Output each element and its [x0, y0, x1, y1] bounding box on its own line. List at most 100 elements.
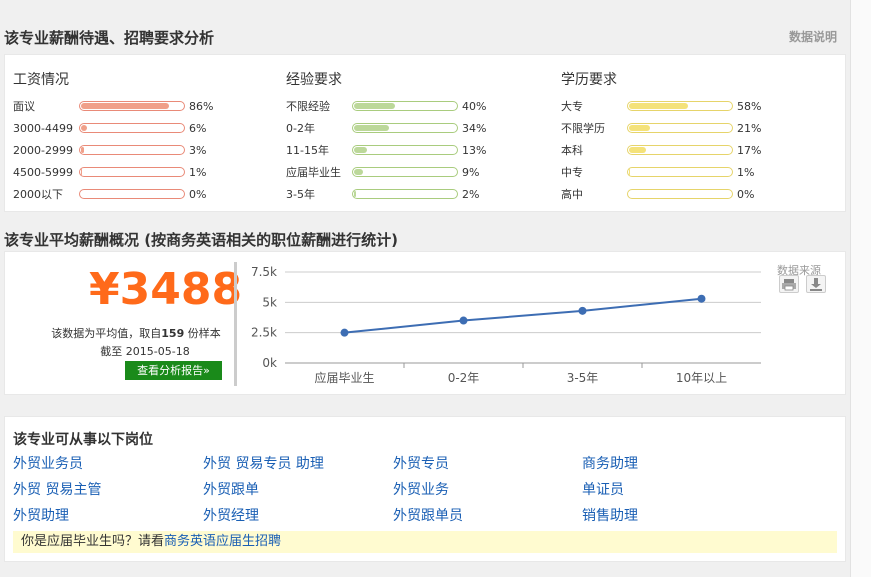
experience-row: 应届毕业生 9% [286, 161, 486, 183]
job-link[interactable]: 外贸专员 [393, 453, 449, 473]
salary-row: 面议 86% [13, 95, 213, 117]
education-row-percent: 0% [737, 187, 755, 201]
job-link[interactable]: 外贸跟单 [203, 479, 259, 499]
download-icon[interactable] [806, 275, 826, 293]
right-scroll-strip [850, 0, 871, 577]
experience-column-title: 经验要求 [286, 72, 342, 88]
avg-note-pre: 该数据为平均值，取自 [51, 327, 162, 340]
education-row-label: 中专 [561, 166, 583, 179]
graduate-prompt-bar: 你是应届毕业生吗？请看商务英语应届生招聘 [13, 531, 837, 553]
salary-row-percent: 1% [189, 165, 207, 179]
average-salary-panel: ¥3488 该数据为平均值，取自159 份样本 截至 2015-05-18 查看… [4, 251, 846, 395]
average-salary-value: ¥3488 [89, 264, 243, 315]
print-icon[interactable] [779, 275, 799, 293]
job-link[interactable]: 外贸 贸易主管 [13, 479, 101, 499]
average-note: 该数据为平均值，取自159 份样本 [41, 325, 231, 341]
salary-row-percent: 0% [189, 187, 207, 201]
date-line: 截至 2015-05-18 [100, 345, 190, 358]
data-point[interactable] [578, 306, 587, 315]
education-row: 高中 0% [561, 183, 761, 205]
job-link[interactable]: 外贸业务员 [13, 453, 83, 473]
salary-progress-bar [79, 189, 185, 199]
x-tick-label: 0-2年 [448, 371, 480, 385]
data-point[interactable] [697, 294, 706, 303]
section-title-salary-analysis: 该专业薪酬待遇、招聘要求分析 [4, 29, 215, 47]
y-tick-label: 7.5k [251, 265, 277, 279]
salary-row-percent: 6% [189, 121, 207, 135]
experience-row-percent: 13% [462, 143, 487, 157]
salary-row: 2000-2999 3% [13, 139, 213, 161]
education-column: 学历要求 大专 58% 不限学历 21% 本科 17% 中专 1% 高中 0% [561, 69, 761, 205]
data-note-link[interactable]: 数据说明 [789, 28, 837, 45]
graduate-recruit-link[interactable]: 商务英语应届生招聘 [164, 534, 281, 549]
experience-row-label: 3-5年 [286, 188, 315, 201]
job-link[interactable]: 外贸助理 [13, 505, 69, 525]
salary-row-percent: 3% [189, 143, 207, 157]
experience-progress-bar [352, 167, 458, 177]
x-tick-label: 10年以上 [676, 371, 727, 385]
education-progress-bar [627, 123, 733, 133]
salary-column-title: 工资情况 [13, 72, 69, 88]
experience-row-percent: 40% [462, 99, 487, 113]
salary-progress-bar [79, 101, 185, 111]
data-point[interactable] [459, 316, 468, 325]
education-column-title: 学历要求 [561, 72, 617, 88]
education-row-label: 大专 [561, 100, 583, 113]
view-report-button[interactable]: 查看分析报告» [125, 361, 222, 380]
job-link[interactable]: 销售助理 [582, 505, 638, 525]
education-progress-bar [627, 145, 733, 155]
experience-column: 经验要求 不限经验 40% 0-2年 34% 11-15年 13% 应届毕业生 9% 3-5年 2… [286, 69, 486, 205]
salary-progress-bar [79, 145, 185, 155]
salary-row: 4500-5999 1% [13, 161, 213, 183]
education-row-label: 不限学历 [561, 122, 605, 135]
experience-progress-bar [352, 145, 458, 155]
job-link[interactable]: 商务助理 [582, 453, 638, 473]
salary-column: 工资情况 面议 86% 3000-4499 6% 2000-2999 3% 4500-599… [13, 69, 213, 205]
jobs-title: 该专业可从事以下岗位 [13, 432, 153, 448]
job-link[interactable]: 单证员 [582, 479, 624, 499]
education-row: 不限学历 21% [561, 117, 761, 139]
salary-line-chart: 0k 2.5k 5k 7.5k 应届毕业生 0-2年 3-5年 10年以上 [251, 265, 761, 385]
data-point[interactable] [340, 328, 349, 337]
salary-progress-bar [79, 167, 185, 177]
education-row-percent: 17% [737, 143, 762, 157]
salary-row-label: 2000-2999 [13, 143, 73, 157]
experience-progress-bar [352, 101, 458, 111]
job-link[interactable]: 外贸业务 [393, 479, 449, 499]
experience-row-percent: 9% [462, 165, 480, 179]
education-progress-bar [627, 167, 733, 177]
avg-note-post: 份样本 [187, 327, 221, 340]
experience-row: 11-15年 13% [286, 139, 486, 161]
experience-row-label: 11-15年 [286, 144, 329, 157]
job-link[interactable]: 外贸经理 [203, 505, 259, 525]
salary-row-label: 面议 [13, 100, 35, 113]
education-progress-bar [627, 101, 733, 111]
sample-count: 159 [161, 327, 185, 340]
salary-progress-bar [79, 123, 185, 133]
job-link[interactable]: 外贸 贸易专员 助理 [203, 453, 324, 473]
graduate-prompt-text: 你是应届毕业生吗？请看 [21, 534, 165, 549]
y-tick-label: 2.5k [251, 326, 277, 340]
y-tick-label: 0k [262, 356, 277, 370]
education-row: 本科 17% [561, 139, 761, 161]
salary-row: 3000-4499 6% [13, 117, 213, 139]
education-row-label: 本科 [561, 144, 583, 157]
series-line [344, 297, 702, 334]
salary-row: 2000以下 0% [13, 183, 213, 205]
vertical-divider [234, 262, 237, 386]
experience-row: 不限经验 40% [286, 95, 486, 117]
experience-progress-bar [352, 189, 458, 199]
job-link[interactable]: 外贸跟单员 [393, 505, 463, 525]
salary-row-label: 2000以下 [13, 188, 63, 201]
jobs-panel: 该专业可从事以下岗位 外贸业务员 外贸 贸易专员 助理 外贸专员 商务助理外贸 贸易主… [4, 416, 846, 562]
section-title-average-salary: 该专业平均薪酬概况 (按商务英语相关的职位薪酬进行统计) [4, 231, 398, 249]
education-row-percent: 58% [737, 99, 762, 113]
requirements-panel: 工资情况 面议 86% 3000-4499 6% 2000-2999 3% 4500-599… [4, 54, 846, 212]
experience-row: 3-5年 2% [286, 183, 486, 205]
salary-row-percent: 86% [189, 99, 214, 113]
x-tick-label: 应届毕业生 [314, 370, 374, 385]
experience-progress-bar [352, 123, 458, 133]
x-tick-label: 3-5年 [567, 371, 599, 385]
experience-row-label: 应届毕业生 [286, 166, 341, 179]
education-row-percent: 1% [737, 165, 755, 179]
